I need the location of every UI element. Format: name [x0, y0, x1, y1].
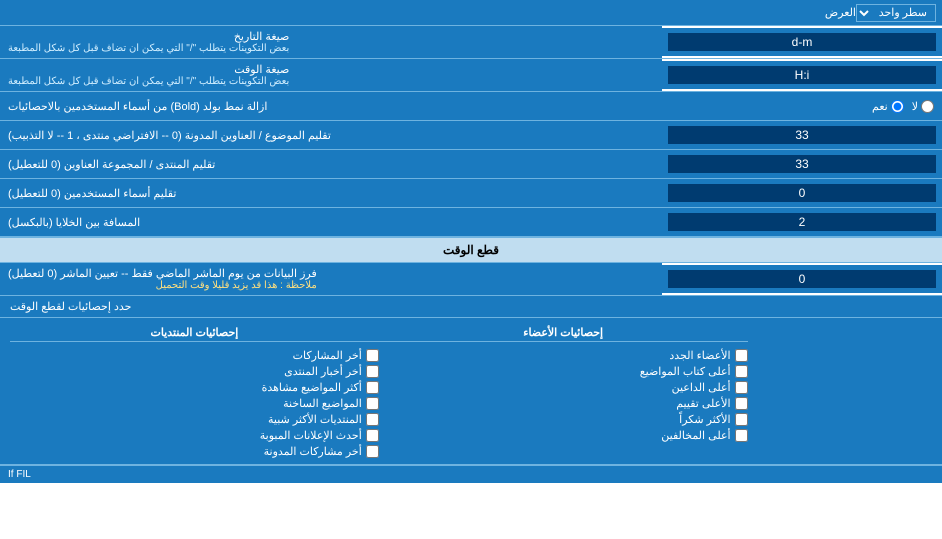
date-format-input[interactable]	[668, 33, 936, 51]
forum-titles-label: تقليم المنتدى / المجموعة العناوين (0 للت…	[0, 150, 662, 178]
date-format-row: صيغة التاريخ بعض التكوينات يتطلب "/" الت…	[0, 26, 942, 59]
forum-titles-input-container[interactable]	[662, 150, 942, 178]
checkbox-last-posts: أخر المشاركات	[10, 349, 379, 362]
cutoff-label: فرز البيانات من يوم الماشر الماضي فقط --…	[0, 263, 662, 295]
checkbox-top-viewed-m-input[interactable]	[735, 429, 748, 442]
checkbox-recent-ads: أحدث الإعلانات المبوبة	[10, 429, 379, 442]
user-names-input[interactable]	[668, 184, 936, 202]
checkbox-top-forums-label: المنتديات الأكثر شبية	[268, 413, 362, 426]
cell-spacing-label: المسافة بين الخلايا (بالبكسل)	[0, 208, 662, 236]
checkbox-top-posters: أعلى كتاب المواضيع	[379, 365, 748, 378]
date-format-input-container[interactable]	[662, 28, 942, 56]
checkbox-hot-topics-input[interactable]	[366, 397, 379, 410]
cutoff-input[interactable]	[668, 270, 936, 288]
time-format-input[interactable]	[668, 66, 936, 84]
bold-remove-row: لا نعم ازالة نمط بولد (Bold) من أسماء ال…	[0, 92, 942, 121]
checkbox-top-thanked-input[interactable]	[735, 381, 748, 394]
checkbox-most-thanked: الأكثر شكراً	[379, 413, 748, 426]
checkbox-forum-news-input[interactable]	[366, 365, 379, 378]
checkbox-top-posters-input[interactable]	[735, 365, 748, 378]
checkbox-most-thanked-label: الأكثر شكراً	[679, 413, 730, 426]
checkbox-top-viewed-t: أكثر المواضيع مشاهدة	[10, 381, 379, 394]
forum-titles-row: تقليم المنتدى / المجموعة العناوين (0 للت…	[0, 150, 942, 179]
checkbox-top-thanked: أعلى الداعين	[379, 381, 748, 394]
forum-stats-header: إحصائيات المنتديات	[10, 324, 379, 342]
topic-titles-row: تقليم الموضوع / العناوين المدونة (0 -- ا…	[0, 121, 942, 150]
top-row-label: العرض	[6, 6, 856, 19]
checkbox-new-members-input[interactable]	[735, 349, 748, 362]
checkbox-top-thanked-label: أعلى الداعين	[672, 381, 731, 394]
cell-spacing-input-container[interactable]	[662, 208, 942, 236]
checkbox-last-posts-label: أخر المشاركات	[293, 349, 362, 362]
checkbox-hot-topics: المواضيع الساخنة	[10, 397, 379, 410]
checkbox-recent-ads-input[interactable]	[366, 429, 379, 442]
user-names-label: تقليم أسماء المستخدمين (0 للتعطيل)	[0, 179, 662, 207]
bottom-note: If FIL	[0, 465, 942, 483]
top-row: سطر واحدسطرينثلاثة أسطر العرض	[0, 0, 942, 26]
topic-titles-input-container[interactable]	[662, 121, 942, 149]
time-format-label: صيغة الوقت بعض التكوينات يتطلب "/" التي …	[0, 59, 662, 91]
checkbox-top-forums: المنتديات الأكثر شبية	[10, 413, 379, 426]
checkbox-last-shared-input[interactable]	[366, 445, 379, 458]
checkbox-most-thanked-input[interactable]	[735, 413, 748, 426]
checkbox-last-posts-input[interactable]	[366, 349, 379, 362]
checkbox-forum-news-label: أخر أخبار المنتدى	[284, 365, 362, 378]
member-stats-col: إحصائيات الأعضاء الأعضاء الجدد أعلى كتاب…	[379, 324, 748, 458]
time-format-row: صيغة الوقت بعض التكوينات يتطلب "/" التي …	[0, 59, 942, 92]
checkboxes-section: إحصائيات الأعضاء الأعضاء الجدد أعلى كتاب…	[0, 318, 942, 465]
empty-col	[748, 324, 932, 458]
bold-remove-label: ازالة نمط بولد (Bold) من أسماء المستخدمي…	[0, 92, 662, 120]
user-names-input-container[interactable]	[662, 179, 942, 207]
checkbox-last-shared-label: أخر مشاركات المدونة	[264, 445, 362, 458]
checkbox-last-shared: أخر مشاركات المدونة	[10, 445, 379, 458]
checkbox-top-viewed-m: أعلى المخالفين	[379, 429, 748, 442]
checkbox-top-posters-label: أعلى كتاب المواضيع	[640, 365, 731, 378]
cell-spacing-row: المسافة بين الخلايا (بالبكسل)	[0, 208, 942, 237]
checkbox-most-rated: الأعلى تقييم	[379, 397, 748, 410]
bold-radio-container: لا نعم	[662, 92, 942, 120]
topic-titles-label: تقليم الموضوع / العناوين المدونة (0 -- ا…	[0, 121, 662, 149]
member-stats-header: إحصائيات الأعضاء	[379, 324, 748, 342]
checkbox-new-members: الأعضاء الجدد	[379, 349, 748, 362]
checkbox-top-viewed-t-label: أكثر المواضيع مشاهدة	[262, 381, 362, 394]
checkbox-most-rated-input[interactable]	[735, 397, 748, 410]
time-format-input-container[interactable]	[662, 61, 942, 89]
checkbox-most-rated-label: الأعلى تقييم	[676, 397, 730, 410]
bold-radio-yes[interactable]: نعم	[872, 100, 904, 113]
limit-row: حدد إحصائيات لقطع الوقت	[0, 296, 942, 318]
checkbox-top-viewed-m-label: أعلى المخالفين	[661, 429, 730, 442]
forum-titles-input[interactable]	[668, 155, 936, 173]
topic-titles-input[interactable]	[668, 126, 936, 144]
display-select-container[interactable]: سطر واحدسطرينثلاثة أسطر	[856, 4, 936, 22]
date-format-label: صيغة التاريخ بعض التكوينات يتطلب "/" الت…	[0, 26, 662, 58]
cell-spacing-input[interactable]	[668, 213, 936, 231]
checkbox-forum-news: أخر أخبار المنتدى	[10, 365, 379, 378]
bold-radio-no[interactable]: لا	[912, 100, 934, 113]
section-header: قطع الوقت	[0, 237, 942, 263]
checkbox-top-viewed-t-input[interactable]	[366, 381, 379, 394]
checkbox-new-members-label: الأعضاء الجدد	[669, 349, 730, 362]
checkbox-top-forums-input[interactable]	[366, 413, 379, 426]
cutoff-row: فرز البيانات من يوم الماشر الماضي فقط --…	[0, 263, 942, 296]
checkbox-recent-ads-label: أحدث الإعلانات المبوبة	[260, 429, 362, 442]
user-names-row: تقليم أسماء المستخدمين (0 للتعطيل)	[0, 179, 942, 208]
checkbox-hot-topics-label: المواضيع الساخنة	[283, 397, 362, 410]
forum-stats-col: إحصائيات المنتديات أخر المشاركات أخر أخب…	[10, 324, 379, 458]
display-select[interactable]: سطر واحدسطرينثلاثة أسطر	[856, 4, 936, 22]
cutoff-input-container[interactable]	[662, 265, 942, 293]
